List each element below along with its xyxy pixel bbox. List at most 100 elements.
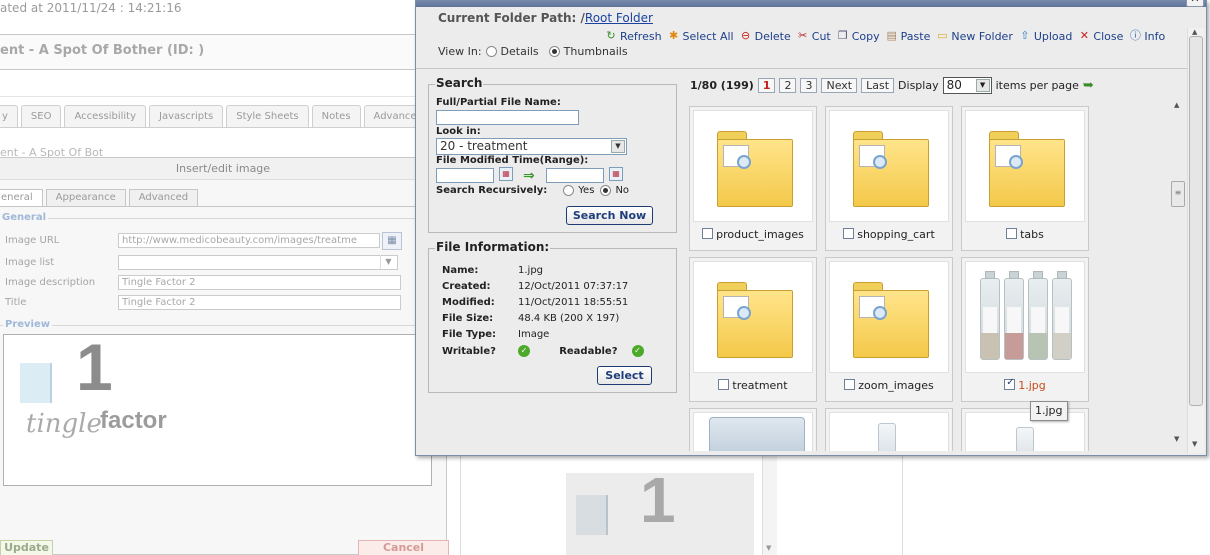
- info-button[interactable]: ⓘ Info: [1128, 29, 1165, 43]
- chevron-up-icon[interactable]: ▲: [1192, 28, 1197, 36]
- cancel-button[interactable]: Cancel: [358, 540, 449, 555]
- thumbnail-preview[interactable]: [693, 412, 813, 451]
- thumbnail-preview[interactable]: [829, 110, 949, 222]
- grid-scrollbar[interactable]: ▲ ≡ ▼: [1171, 99, 1186, 451]
- paste-button[interactable]: ▤ Paste: [885, 29, 930, 43]
- delete-button[interactable]: ⊖ Delete: [739, 29, 791, 43]
- page-1-button[interactable]: 1: [757, 78, 776, 93]
- window-scrollbar[interactable]: ▲ ▼: [1187, 28, 1204, 453]
- calendar-icon[interactable]: ▦: [609, 167, 623, 181]
- thumbnail-item[interactable]: [825, 408, 953, 451]
- background-scrollbar[interactable]: ▼: [762, 455, 777, 555]
- tab-style-sheets[interactable]: Style Sheets: [226, 105, 309, 127]
- view-thumbnails-label[interactable]: Thumbnails: [564, 45, 628, 58]
- recursive-no-radio[interactable]: [600, 185, 612, 196]
- image-url-input[interactable]: http://www.medicobeauty.com/images/treat…: [118, 233, 380, 248]
- item-name[interactable]: zoom_images: [858, 379, 933, 392]
- item-name[interactable]: 1.jpg: [1018, 379, 1046, 392]
- thumbnail-preview[interactable]: [965, 261, 1085, 373]
- copy-button[interactable]: ❐ Copy: [836, 29, 880, 43]
- chevron-down-icon[interactable]: ▼: [975, 79, 990, 92]
- thumbnail-preview[interactable]: [693, 110, 813, 222]
- chevron-up-icon[interactable]: ▲: [1174, 101, 1179, 109]
- recursive-yes-label[interactable]: Yes: [578, 185, 594, 196]
- update-button[interactable]: Update: [0, 540, 53, 555]
- close-icon: ✕: [1079, 29, 1089, 42]
- image-description-input[interactable]: Tingle Factor 2: [118, 275, 401, 290]
- go-arrow-icon[interactable]: ➥: [1083, 78, 1099, 94]
- title-input[interactable]: Tingle Factor 2: [118, 295, 401, 310]
- logo-square-edge: [606, 495, 608, 535]
- select-checkbox[interactable]: [718, 379, 730, 390]
- select-all-icon: ✱: [668, 29, 679, 42]
- recursive-yes-radio[interactable]: [563, 185, 575, 196]
- items-per-page-select[interactable]: 80 ▼: [942, 77, 992, 94]
- image-list-select[interactable]: [118, 255, 398, 270]
- thumbnail-preview[interactable]: [693, 261, 813, 373]
- cut-button[interactable]: ✂ Cut: [796, 29, 831, 43]
- search-now-button[interactable]: Search Now: [566, 206, 653, 225]
- tab-notes[interactable]: Notes: [311, 105, 361, 127]
- select-checkbox[interactable]: [844, 379, 856, 390]
- upload-button[interactable]: ⇧ Upload: [1018, 29, 1072, 43]
- close-button[interactable]: ✕ Close: [1077, 29, 1124, 43]
- thumbnail-item[interactable]: 1.jpg: [961, 257, 1089, 402]
- browse-icon[interactable]: ▦: [382, 232, 402, 250]
- new-folder-button[interactable]: ▭ New Folder: [935, 29, 1013, 43]
- calendar-icon[interactable]: ▦: [499, 167, 513, 181]
- window-titlebar[interactable]: [416, 0, 1206, 7]
- look-in-select[interactable]: 20 - treatment ▼: [436, 138, 627, 155]
- window-close-icon[interactable]: ✕: [1186, 0, 1204, 7]
- thumbnail-item[interactable]: [689, 408, 817, 451]
- item-name[interactable]: tabs: [1020, 228, 1044, 241]
- scrollbar-thumb[interactable]: [1189, 36, 1203, 406]
- page-2-button[interactable]: 2: [779, 78, 797, 93]
- select-checkbox[interactable]: [843, 228, 855, 239]
- thumbnail-item[interactable]: zoom_images: [825, 257, 953, 402]
- chevron-down-icon[interactable]: ▼: [611, 140, 625, 153]
- view-thumbnails-radio[interactable]: [548, 46, 560, 57]
- thumbnail-item[interactable]: shopping_cart: [825, 106, 953, 251]
- chevron-down-icon[interactable]: ▼: [1174, 435, 1179, 443]
- root-folder-link[interactable]: Root Folder: [585, 11, 653, 25]
- page-3-button[interactable]: 3: [800, 78, 818, 93]
- image-list-label: Image list: [5, 257, 55, 268]
- view-details-label[interactable]: Details: [501, 45, 539, 58]
- look-in-value: 20 - treatment: [440, 139, 528, 153]
- scrollbar-thumb[interactable]: ≡: [1171, 181, 1185, 207]
- thumbnail-item[interactable]: [961, 408, 1089, 451]
- tab-accessibility[interactable]: Accessibility: [64, 105, 147, 127]
- last-page-button[interactable]: Last: [861, 78, 895, 93]
- select-checkbox[interactable]: [1006, 228, 1018, 239]
- thumbnail-preview[interactable]: [965, 110, 1085, 222]
- tab-javascripts[interactable]: Javascripts: [149, 105, 224, 127]
- tab-seo[interactable]: SEO: [20, 105, 62, 127]
- folder-icon: [717, 131, 793, 207]
- modified-to-input[interactable]: [546, 168, 604, 183]
- thumbnail-item[interactable]: product_images: [689, 106, 817, 251]
- dialog-tab-appearance[interactable]: Appearance: [45, 189, 126, 206]
- select-checkbox[interactable]: [1004, 377, 1016, 390]
- item-name[interactable]: treatment: [732, 379, 787, 392]
- item-name[interactable]: product_images: [716, 228, 804, 241]
- modified-from-input[interactable]: [436, 168, 494, 183]
- dialog-tab-general[interactable]: eneral: [0, 189, 43, 206]
- select-button[interactable]: Select: [597, 366, 652, 385]
- dialog-tab-advanced[interactable]: Advanced: [128, 189, 199, 206]
- thumbnail-item[interactable]: tabs: [961, 106, 1089, 251]
- file-name-input[interactable]: [436, 110, 579, 125]
- item-name[interactable]: shopping_cart: [857, 228, 935, 241]
- chevron-down-icon[interactable]: ▼: [1192, 440, 1197, 448]
- tab-general[interactable]: y: [0, 105, 18, 127]
- recursive-no-label[interactable]: No: [615, 185, 629, 196]
- select-all-button[interactable]: ✱ Select All: [667, 29, 734, 43]
- thumbnail-item[interactable]: treatment: [689, 257, 817, 402]
- thumbnail-preview[interactable]: [829, 412, 949, 451]
- select-checkbox[interactable]: [702, 228, 714, 239]
- refresh-button[interactable]: ↻ Refresh: [604, 29, 661, 43]
- next-page-button[interactable]: Next: [821, 78, 858, 93]
- chevron-down-icon[interactable]: ▼: [766, 544, 771, 552]
- thumbnail-preview[interactable]: [829, 261, 949, 373]
- chevron-down-icon[interactable]: ▼: [380, 255, 396, 269]
- view-details-radio[interactable]: [485, 46, 497, 57]
